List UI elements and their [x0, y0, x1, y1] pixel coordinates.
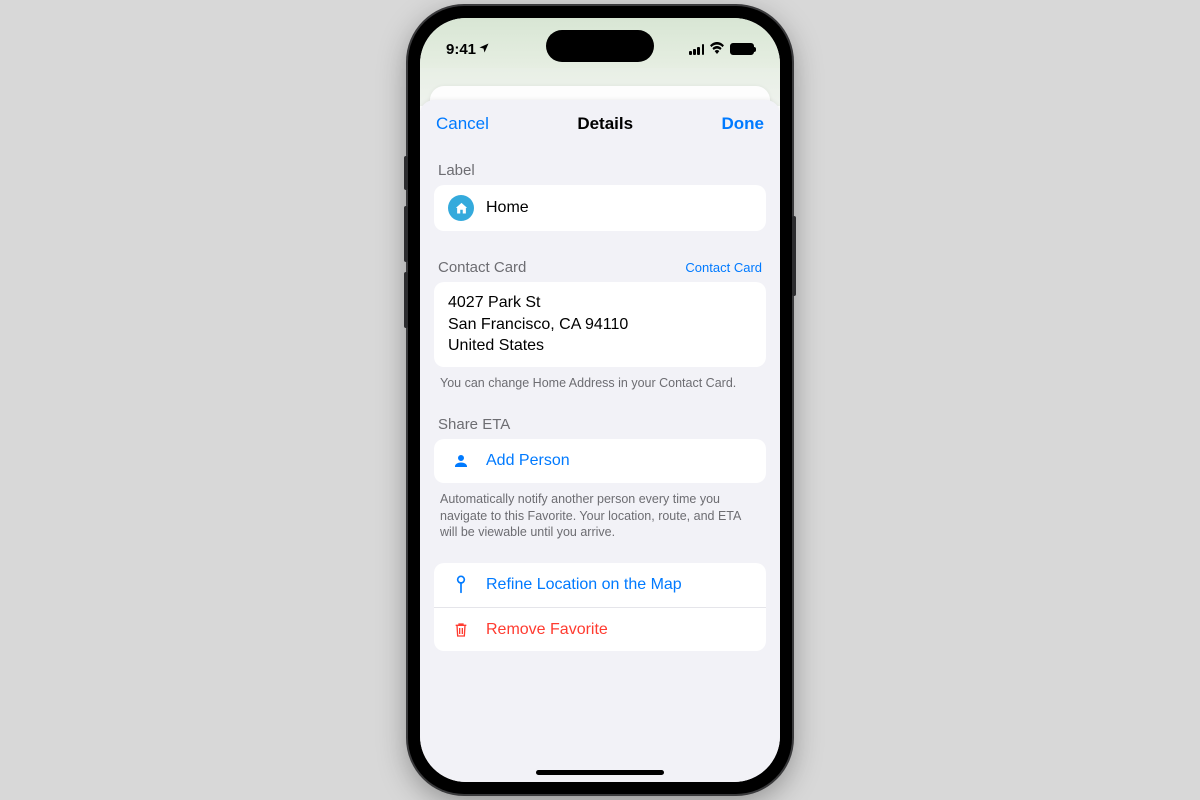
trash-icon	[448, 621, 474, 639]
address-line-3: United States	[448, 335, 752, 357]
details-sheet: Cancel Details Done Label Home	[420, 100, 780, 782]
phone-frame: 9:41 Cancel Details Done	[408, 6, 792, 794]
add-person-label: Add Person	[486, 452, 570, 470]
refine-location-label: Refine Location on the Map	[486, 576, 682, 594]
done-button[interactable]: Done	[721, 114, 764, 134]
contact-card-link[interactable]: Contact Card	[685, 260, 762, 275]
side-button	[404, 206, 408, 262]
share-eta-note: Automatically notify another person ever…	[434, 483, 766, 542]
share-eta-header: Share ETA	[434, 406, 766, 439]
label-section-header: Label	[434, 152, 766, 185]
screen: 9:41 Cancel Details Done	[420, 18, 780, 782]
contact-card-note: You can change Home Address in your Cont…	[434, 367, 766, 392]
nav-title: Details	[577, 114, 633, 134]
label-value: Home	[486, 199, 529, 217]
label-row[interactable]: Home	[434, 185, 766, 231]
home-icon	[448, 195, 474, 221]
cellular-icon	[689, 44, 704, 55]
refine-location-button[interactable]: Refine Location on the Map	[434, 563, 766, 607]
remove-favorite-label: Remove Favorite	[486, 621, 608, 639]
contact-card-section-header: Contact Card	[438, 259, 526, 276]
wifi-icon	[709, 41, 725, 58]
address-line-1: 4027 Park St	[448, 292, 752, 314]
nav-bar: Cancel Details Done	[420, 100, 780, 142]
remove-favorite-button[interactable]: Remove Favorite	[434, 607, 766, 651]
person-icon	[448, 452, 474, 470]
address-line-2: San Francisco, CA 94110	[448, 314, 752, 336]
contact-card-header-row: Contact Card Contact Card	[434, 249, 766, 282]
add-person-button[interactable]: Add Person	[434, 439, 766, 483]
dynamic-island	[546, 30, 654, 62]
side-button	[404, 272, 408, 328]
side-button	[404, 156, 408, 190]
home-indicator[interactable]	[536, 770, 664, 775]
location-arrow-icon	[478, 42, 490, 57]
map-pin-icon	[448, 575, 474, 595]
cancel-button[interactable]: Cancel	[436, 114, 489, 134]
battery-icon	[730, 43, 754, 55]
status-time: 9:41	[446, 41, 476, 58]
side-button	[792, 216, 796, 296]
address-block: 4027 Park St San Francisco, CA 94110 Uni…	[434, 282, 766, 367]
